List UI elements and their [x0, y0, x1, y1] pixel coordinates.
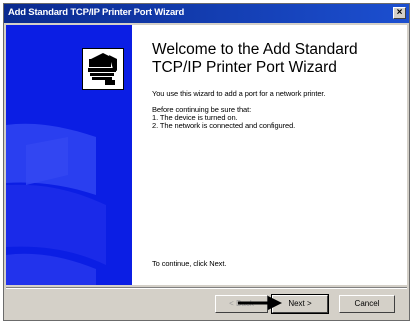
- title-bar[interactable]: Add Standard TCP/IP Printer Port Wizard …: [4, 4, 409, 23]
- wizard-intro-text: You use this wizard to add a port for a …: [152, 89, 326, 98]
- wizard-continue-text: To continue, click Next.: [152, 259, 227, 268]
- pointer-arrow-icon: [238, 296, 282, 310]
- cancel-button[interactable]: Cancel: [339, 295, 395, 313]
- close-button[interactable]: ×: [393, 7, 406, 19]
- wizard-window: Add Standard TCP/IP Printer Port Wizard …: [3, 3, 410, 321]
- requirement-item: 2. The network is connected and configur…: [152, 121, 296, 130]
- button-divider: [6, 287, 407, 289]
- printer-icon: [82, 48, 124, 90]
- window-title: Add Standard TCP/IP Printer Port Wizard: [8, 7, 185, 18]
- wizard-welcome-title: Welcome to the Add Standard TCP/IP Print…: [152, 41, 358, 76]
- close-icon: ×: [396, 7, 403, 18]
- wizard-side-panel: [6, 25, 132, 285]
- wizard-content: Welcome to the Add Standard TCP/IP Print…: [6, 25, 407, 285]
